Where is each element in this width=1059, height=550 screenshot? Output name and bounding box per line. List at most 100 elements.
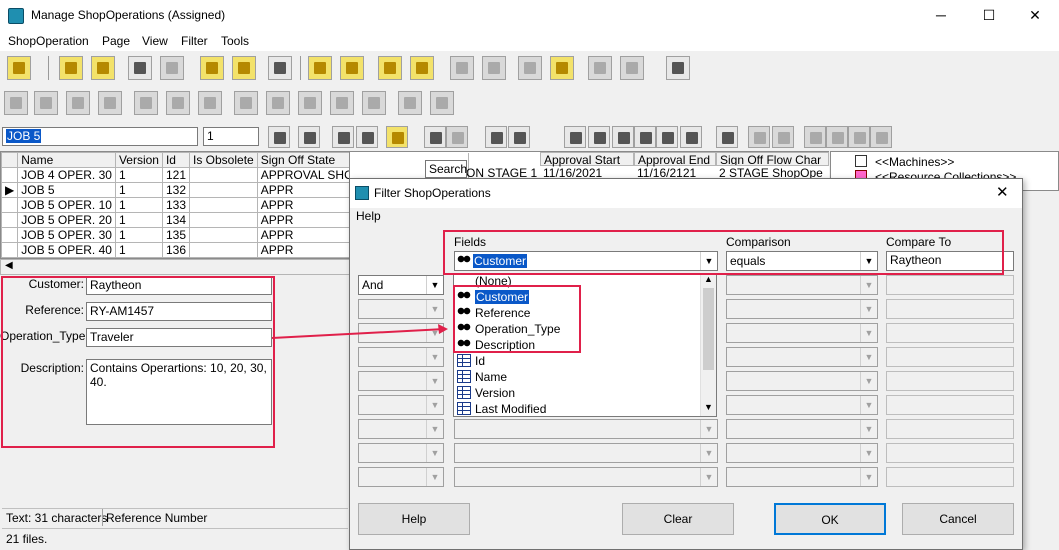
option-reference[interactable]: Reference: [457, 306, 530, 322]
disabled-view-2[interactable]: [772, 126, 794, 148]
disabled-view-5[interactable]: [848, 126, 870, 148]
customer-field[interactable]: Raytheon: [86, 276, 272, 295]
tag-button[interactable]: [332, 126, 354, 148]
disabled-button-3[interactable]: [588, 56, 612, 80]
disabled-tool-1[interactable]: [4, 91, 28, 115]
disabled-tool-12[interactable]: [362, 91, 386, 115]
chevron-down-icon[interactable]: ▼: [860, 252, 877, 270]
window-button[interactable]: [666, 56, 690, 80]
table-row[interactable]: JOB 5 OPER. 30 1 135 APPR: [1, 227, 349, 243]
attach-button[interactable]: [268, 56, 292, 80]
column-header-sign-off-flow[interactable]: Sign Off Flow Char: [716, 152, 829, 166]
compare-to-input-3[interactable]: [886, 299, 1014, 319]
description-field[interactable]: Contains Operartions: 10, 20, 30, 40.: [86, 359, 272, 425]
tree-item-machines[interactable]: <<Machines>>: [875, 155, 954, 169]
logic-select-3[interactable]: ▼: [358, 299, 444, 319]
disabled-button-4[interactable]: [620, 56, 644, 80]
compare-to-input-7[interactable]: [886, 395, 1014, 415]
scroll-thumb[interactable]: [703, 288, 714, 370]
comparison-select-5[interactable]: ▼: [726, 347, 878, 367]
search-files-button[interactable]: [386, 126, 408, 148]
column-header-approval-end[interactable]: Approval End: [634, 152, 716, 167]
dropdown-scrollbar[interactable]: ▲ ▼: [700, 274, 716, 416]
details-button[interactable]: [680, 126, 702, 148]
chevron-down-icon[interactable]: ▼: [426, 276, 443, 294]
name-search-input[interactable]: JOB 5: [2, 127, 198, 146]
compare-to-input-5[interactable]: [886, 347, 1014, 367]
option-id[interactable]: Id: [457, 354, 485, 370]
comparison-select-3[interactable]: ▼: [726, 299, 878, 319]
hierarchy-button[interactable]: [298, 126, 320, 148]
table-row[interactable]: JOB 5 OPER. 40 1 136 APPR: [1, 242, 349, 258]
menu-page[interactable]: Page: [102, 34, 130, 48]
logic-select-5[interactable]: ▼: [358, 347, 444, 367]
comparison-select[interactable]: equals ▼: [726, 251, 878, 271]
disabled-view-6[interactable]: [870, 126, 892, 148]
column-header-id[interactable]: Id: [161, 152, 191, 168]
calendar-button[interactable]: [268, 126, 290, 148]
disabled-tool-5[interactable]: [134, 91, 158, 115]
comparison-select-7[interactable]: ▼: [726, 395, 878, 415]
option-customer[interactable]: Customer: [457, 290, 530, 306]
operation-type-field[interactable]: Traveler: [86, 328, 272, 347]
cancel-x-button[interactable]: [550, 56, 574, 80]
exit-button[interactable]: [7, 56, 31, 80]
menu-view[interactable]: View: [142, 34, 168, 48]
column-header-version[interactable]: Version: [114, 152, 163, 168]
logic-select-6[interactable]: ▼: [358, 371, 444, 391]
footprint-filter-2-button[interactable]: [508, 126, 530, 148]
menu-filter[interactable]: Filter: [181, 34, 208, 48]
help-button[interactable]: Help: [358, 503, 470, 535]
disabled-tool-6[interactable]: [166, 91, 190, 115]
disabled-view-4[interactable]: [826, 126, 848, 148]
compare-to-input-8[interactable]: [886, 419, 1014, 439]
disabled-button-1[interactable]: [450, 56, 474, 80]
cancel-button[interactable]: Cancel: [902, 503, 1014, 535]
folder-out-button[interactable]: [232, 56, 256, 80]
compare-to-input-9[interactable]: [886, 443, 1014, 463]
logic-select-7[interactable]: ▼: [358, 395, 444, 415]
scroll-up-icon[interactable]: ▲: [704, 274, 713, 284]
logic-select-10[interactable]: ▼: [358, 467, 444, 487]
grid-dots-button[interactable]: [564, 126, 586, 148]
option-none[interactable]: (None): [457, 274, 512, 290]
field-select-8[interactable]: ▼: [454, 419, 718, 439]
compare-to-input-2[interactable]: [886, 275, 1014, 295]
scroll-left-icon[interactable]: ◀: [5, 260, 13, 271]
ok-button[interactable]: OK: [774, 503, 886, 535]
disabled-tool-11[interactable]: [330, 91, 354, 115]
count-input[interactable]: 1: [203, 127, 259, 146]
logic-select-8[interactable]: ▼: [358, 419, 444, 439]
disabled-view-1[interactable]: [748, 126, 770, 148]
table-row[interactable]: JOB 4 OPER. 30 1 121 APPROVAL SHOPO: [1, 167, 349, 183]
clear-button[interactable]: Clear: [622, 503, 734, 535]
option-version[interactable]: Version: [457, 386, 515, 402]
compare-to-input-6[interactable]: [886, 371, 1014, 391]
disabled-tool-14[interactable]: [430, 91, 454, 115]
column-header-sign-off-state[interactable]: Sign Off State: [256, 152, 349, 168]
option-last-modified[interactable]: Last Modified: [457, 402, 546, 418]
reference-field[interactable]: RY-AM1457: [86, 302, 272, 321]
disabled-tool-7[interactable]: [198, 91, 222, 115]
disabled-tool-3[interactable]: [66, 91, 90, 115]
dialog-close-icon[interactable]: ✕: [996, 183, 1009, 201]
footprint-search-button[interactable]: [424, 126, 446, 148]
disabled-tool-2[interactable]: [34, 91, 58, 115]
disabled-button-2[interactable]: [482, 56, 506, 80]
option-description[interactable]: Description: [457, 338, 535, 354]
disabled-tool-10[interactable]: [298, 91, 322, 115]
maximize-button[interactable]: ☐: [966, 0, 1012, 31]
dialog-menu-help[interactable]: Help: [356, 209, 381, 223]
chevron-down-icon[interactable]: ▼: [700, 252, 717, 270]
comparison-select-8[interactable]: ▼: [726, 419, 878, 439]
tree-button[interactable]: [612, 126, 634, 148]
field-select-10[interactable]: ▼: [454, 467, 718, 487]
option-name[interactable]: Name: [457, 370, 507, 386]
table-button[interactable]: [588, 126, 610, 148]
image-button[interactable]: [356, 126, 378, 148]
field-select-9[interactable]: ▼: [454, 443, 718, 463]
compare-to-input-4[interactable]: [886, 323, 1014, 343]
compare-to-input[interactable]: Raytheon: [886, 251, 1014, 271]
list-button[interactable]: [656, 126, 678, 148]
comparison-select-9[interactable]: ▼: [726, 443, 878, 463]
